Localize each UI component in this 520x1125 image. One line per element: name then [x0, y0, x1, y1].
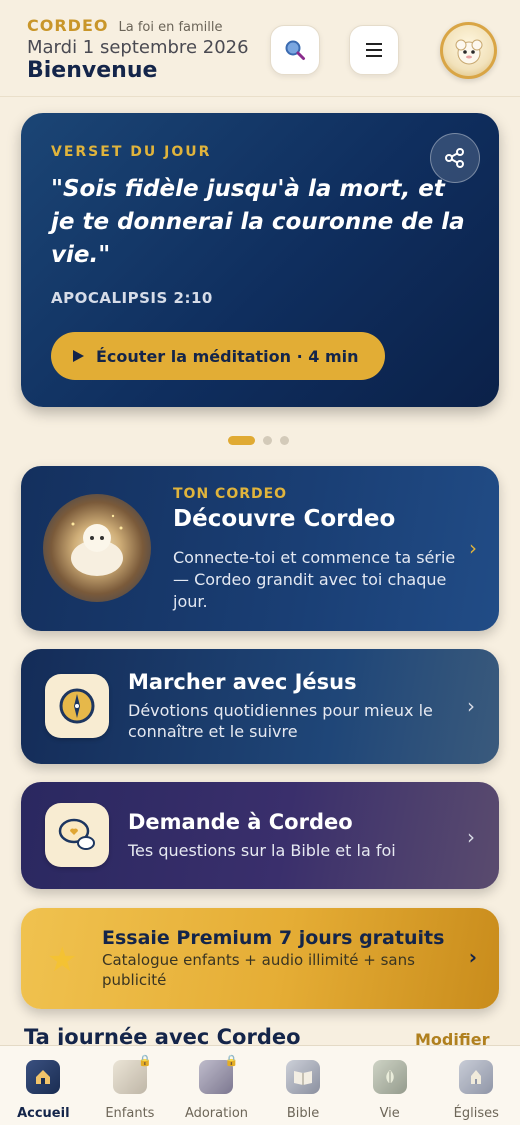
- lamb-mascot-icon: [443, 25, 494, 76]
- bible-icon: [286, 1060, 321, 1094]
- home-icon: [26, 1060, 61, 1094]
- lock-icon: 🔒: [138, 1054, 152, 1067]
- nav-item-eglises[interactable]: Églises: [433, 1046, 520, 1125]
- verse-label: VERSET DU JOUR: [51, 144, 212, 160]
- app-header: CORDEO La foi en famille Mardi 1 septemb…: [0, 0, 520, 97]
- nav-item-accueil[interactable]: Accueil: [0, 1046, 87, 1125]
- nav-item-vie[interactable]: Vie: [346, 1046, 433, 1125]
- premium-trial-card[interactable]: ★ Essaie Premium 7 jours gratuits Catalo…: [21, 908, 499, 1009]
- nav-label-enfants: Enfants: [105, 1106, 155, 1121]
- cordeo-description: Connecte-toi et commence ta série — Cord…: [173, 548, 456, 611]
- carousel-dot-active[interactable]: [228, 436, 255, 445]
- discover-cordeo-card[interactable]: TON CORDEO Découvre Cordeo Connecte-toi …: [21, 466, 499, 631]
- nav-label-vie: Vie: [379, 1106, 400, 1121]
- church-icon: [459, 1060, 494, 1094]
- nav-label-bible: Bible: [286, 1106, 320, 1121]
- brand-name: CORDEO: [27, 16, 109, 35]
- nav-item-adoration[interactable]: 🔒 Adoration: [173, 1046, 260, 1125]
- nav-label-eglises: Églises: [453, 1106, 499, 1121]
- verse-of-day-card[interactable]: VERSET DU JOUR "Sois fidèle jusqu'à la m…: [21, 113, 499, 407]
- greeting-title: Bienvenue: [27, 58, 158, 83]
- search-icon: [285, 40, 305, 60]
- nav-label-adoration: Adoration: [184, 1106, 249, 1121]
- lock-icon: 🔒: [224, 1054, 239, 1067]
- premium-description: Catalogue enfants + audio illimité + san…: [102, 951, 415, 989]
- brand-row: CORDEO La foi en famille: [27, 16, 223, 35]
- play-icon: [73, 350, 84, 362]
- chevron-right-icon: ›: [467, 825, 475, 849]
- cordeo-eyebrow: TON CORDEO: [173, 486, 288, 502]
- profile-avatar[interactable]: [440, 22, 497, 79]
- carousel-indicator: [228, 436, 289, 445]
- share-icon: [445, 148, 464, 168]
- current-date: Mardi 1 septembre 2026: [27, 37, 249, 58]
- nav-item-bible[interactable]: Bible: [260, 1046, 347, 1125]
- ask-cordeo-card[interactable]: Demande à Cordeo Tes questions sur la Bi…: [21, 782, 499, 889]
- worship-icon: 🔒: [199, 1054, 238, 1094]
- walk-with-jesus-description: Dévotions quotidiennes pour mieux le con…: [128, 701, 433, 741]
- search-button[interactable]: [270, 25, 320, 75]
- menu-button[interactable]: [349, 25, 399, 75]
- chevron-right-icon: ›: [469, 536, 477, 560]
- chat-bubbles-icon: [45, 803, 109, 867]
- cordeo-title: Découvre Cordeo: [173, 506, 396, 532]
- chevron-right-icon: ›: [467, 694, 475, 718]
- star-icon: ★: [47, 940, 78, 980]
- premium-title: Essaie Premium 7 jours gratuits: [102, 927, 445, 949]
- brand-tagline: La foi en famille: [118, 20, 223, 35]
- nav-label-accueil: Accueil: [17, 1106, 70, 1121]
- compass-icon: [45, 674, 109, 738]
- listen-meditation-label: Écouter la méditation · 4 min: [96, 346, 359, 366]
- menu-icon: [366, 43, 382, 57]
- ask-cordeo-description: Tes questions sur la Bible et la foi: [128, 841, 396, 860]
- children-icon: 🔒: [112, 1054, 152, 1094]
- nav-item-enfants[interactable]: 🔒 Enfants: [87, 1046, 174, 1125]
- bottom-navigation: Accueil 🔒 Enfants 🔒 Adoration Bible Vie …: [0, 1045, 520, 1125]
- walk-with-jesus-title: Marcher avec Jésus: [128, 670, 357, 694]
- carousel-dot[interactable]: [280, 436, 289, 445]
- leaf-icon: [372, 1060, 407, 1094]
- chevron-right-icon: ›: [468, 945, 477, 969]
- verse-reference: APOCALIPSIS 2:10: [51, 289, 213, 307]
- glowing-lamb-icon: [43, 494, 151, 602]
- verse-text: "Sois fidèle jusqu'à la mort, et je te d…: [51, 176, 465, 268]
- walk-with-jesus-card[interactable]: Marcher avec Jésus Dévotions quotidienne…: [21, 649, 499, 764]
- carousel-dot[interactable]: [263, 436, 272, 445]
- ask-cordeo-title: Demande à Cordeo: [128, 810, 353, 834]
- listen-meditation-button[interactable]: Écouter la méditation · 4 min: [51, 332, 385, 380]
